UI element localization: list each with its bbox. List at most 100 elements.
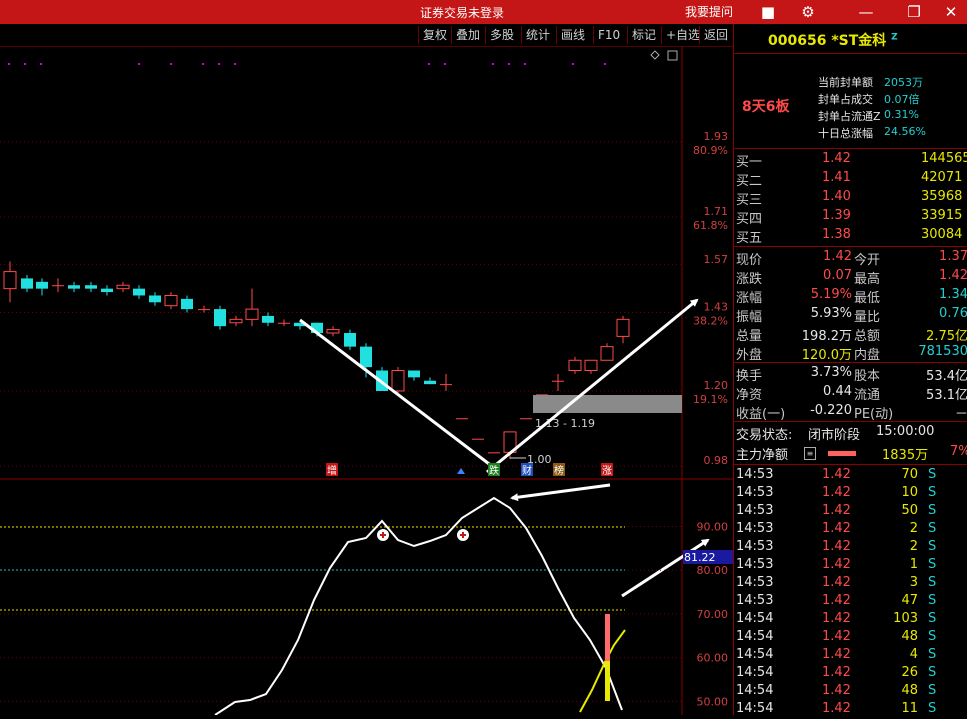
tick-side: S — [928, 611, 937, 626]
restore-rights-button[interactable]: 复权 — [418, 26, 451, 44]
chart-gridlines — [0, 46, 733, 715]
main-flow-row: 主力净额 ≡ 1835万 7% — [734, 444, 967, 463]
annotation-arrow — [510, 483, 611, 502]
candle-body — [36, 281, 48, 289]
candle-body — [600, 346, 614, 361]
marker-dot — [492, 63, 494, 65]
diamond-icon — [650, 50, 660, 60]
minimize-icon[interactable]: — — [855, 1, 877, 23]
multi-stock-button[interactable]: 多股 — [485, 26, 518, 44]
quote-label: 涨幅 — [736, 291, 763, 306]
seal-stat-label: 封单占成交 — [818, 93, 873, 106]
window-title: 证券交易未登录 — [420, 6, 505, 20]
candle-body — [133, 288, 145, 296]
marker-dot — [170, 63, 172, 65]
quote-value: 1.42 — [823, 249, 852, 264]
chart-toolbar: 复权 叠加 多股 统计 画线 F10 标记 +自选 返回 — [0, 24, 733, 47]
statistics-button[interactable]: 统计 — [521, 26, 554, 44]
add-watchlist-button[interactable]: +自选 — [661, 26, 704, 44]
quote-value-2: 1.42 — [939, 268, 967, 283]
kline-chart[interactable]: 1.93 1.71 1.57 1.43 1.20 0.98 80.9% 61.8% 38.2% 1… — [0, 46, 733, 715]
quote-value: 5.93% — [810, 306, 852, 321]
quote-label-2: 最高 — [854, 272, 881, 287]
quote-label: 净资 — [736, 388, 763, 403]
price-tick-label: 1.43 — [704, 301, 729, 314]
gear-icon[interactable]: ⚙ — [797, 1, 819, 23]
bid-volume: 42071 — [921, 170, 963, 185]
tick-volume: 11 — [901, 701, 918, 716]
tick-volume: 4 — [909, 647, 918, 662]
marker-dot — [444, 63, 446, 65]
tick-time: 14:54 — [736, 683, 774, 698]
tick-side: S — [928, 539, 937, 554]
mark-button[interactable]: 标记 — [627, 26, 660, 44]
tick-side: S — [928, 557, 937, 572]
seal-stat-row: 封单占成交 0.07倍 — [734, 91, 967, 108]
up-triangle-icon — [457, 468, 465, 474]
quote-label: 收益(一) — [736, 407, 786, 422]
marker-dot — [24, 63, 26, 65]
candle-body — [326, 329, 340, 334]
price-tick-label: 0.98 — [704, 454, 729, 467]
quote-label-2: 量比 — [854, 310, 881, 325]
bid-volume: 35968 — [921, 189, 963, 204]
indicator-tick-label: 70.00 — [697, 608, 729, 621]
tick-price: 1.42 — [822, 539, 851, 554]
event-label: 增 — [327, 464, 337, 477]
tick-side: S — [928, 503, 937, 518]
candle-body — [245, 308, 259, 320]
candle-body — [552, 380, 564, 382]
quote-row: 涨幅 5.19% 最低 1.34 — [734, 287, 967, 306]
tick-row: 14:53 1.42 47 S — [734, 593, 967, 611]
quote-label: 涨跌 — [736, 272, 763, 287]
trade-status-value: 闭市阶段 — [808, 428, 861, 443]
restore-icon[interactable]: ❐ — [903, 1, 925, 23]
overlay-button[interactable]: 叠加 — [451, 26, 484, 44]
quote-value-2: 1.34 — [939, 287, 967, 302]
stock-badge: Z — [891, 32, 898, 43]
ask-question-button[interactable]: 我要提问 — [685, 3, 733, 20]
tick-volume: 26 — [901, 665, 918, 680]
back-button[interactable]: 返回 — [699, 26, 732, 44]
marker-dot — [202, 63, 204, 65]
price-tick-label: 1.20 — [704, 379, 729, 392]
fib-pct-label: 61.8% — [693, 219, 728, 232]
trade-status-label: 交易状态: — [736, 428, 793, 443]
indicator-tick-label: 80.00 — [697, 564, 729, 577]
fib-pct-label: 80.9% — [693, 144, 728, 157]
quote-value: 0.07 — [823, 268, 852, 283]
bid-price: 1.42 — [822, 151, 851, 166]
quote-label: 外盘 — [736, 348, 763, 363]
bid-row: 买五 1.38 30084 — [734, 227, 967, 246]
bid-volume: 144565 — [921, 151, 967, 166]
tick-volume: 10 — [901, 485, 918, 500]
box-icon[interactable]: ■ — [757, 1, 779, 23]
tick-row: 14:53 1.42 3 S — [734, 575, 967, 593]
candle-body — [85, 285, 97, 289]
draw-line-button[interactable]: 画线 — [556, 26, 589, 44]
tick-row: 14:53 1.42 50 S — [734, 503, 967, 521]
bid-label: 买五 — [736, 231, 763, 246]
close-icon[interactable]: ✕ — [940, 1, 962, 23]
list-icon[interactable]: ≡ — [804, 447, 816, 460]
tick-row: 14:54 1.42 26 S — [734, 665, 967, 683]
trade-status-row: 交易状态: 闭市阶段 15:00:00 — [734, 424, 967, 443]
tick-time: 14:53 — [736, 521, 774, 536]
bid-price: 1.40 — [822, 189, 851, 204]
tick-side: S — [928, 665, 937, 680]
indicator-tick-label: 50.00 — [697, 695, 729, 708]
marker-dot — [218, 63, 220, 65]
main-flow-bar — [828, 451, 856, 456]
tick-side: S — [928, 647, 937, 662]
f10-button[interactable]: F10 — [593, 26, 624, 44]
tick-time: 14:54 — [736, 611, 774, 626]
tick-time: 14:53 — [736, 557, 774, 572]
tick-price: 1.42 — [822, 575, 851, 590]
tick-row: 14:53 1.42 70 S — [734, 467, 967, 485]
tick-volume: 48 — [901, 683, 918, 698]
tick-volume: 70 — [901, 467, 918, 482]
fib-pct-label: 38.2% — [693, 315, 728, 328]
bid-price: 1.39 — [822, 208, 851, 223]
seal-stat-label: 当前封单额 — [818, 76, 873, 89]
candle-body — [229, 318, 243, 324]
